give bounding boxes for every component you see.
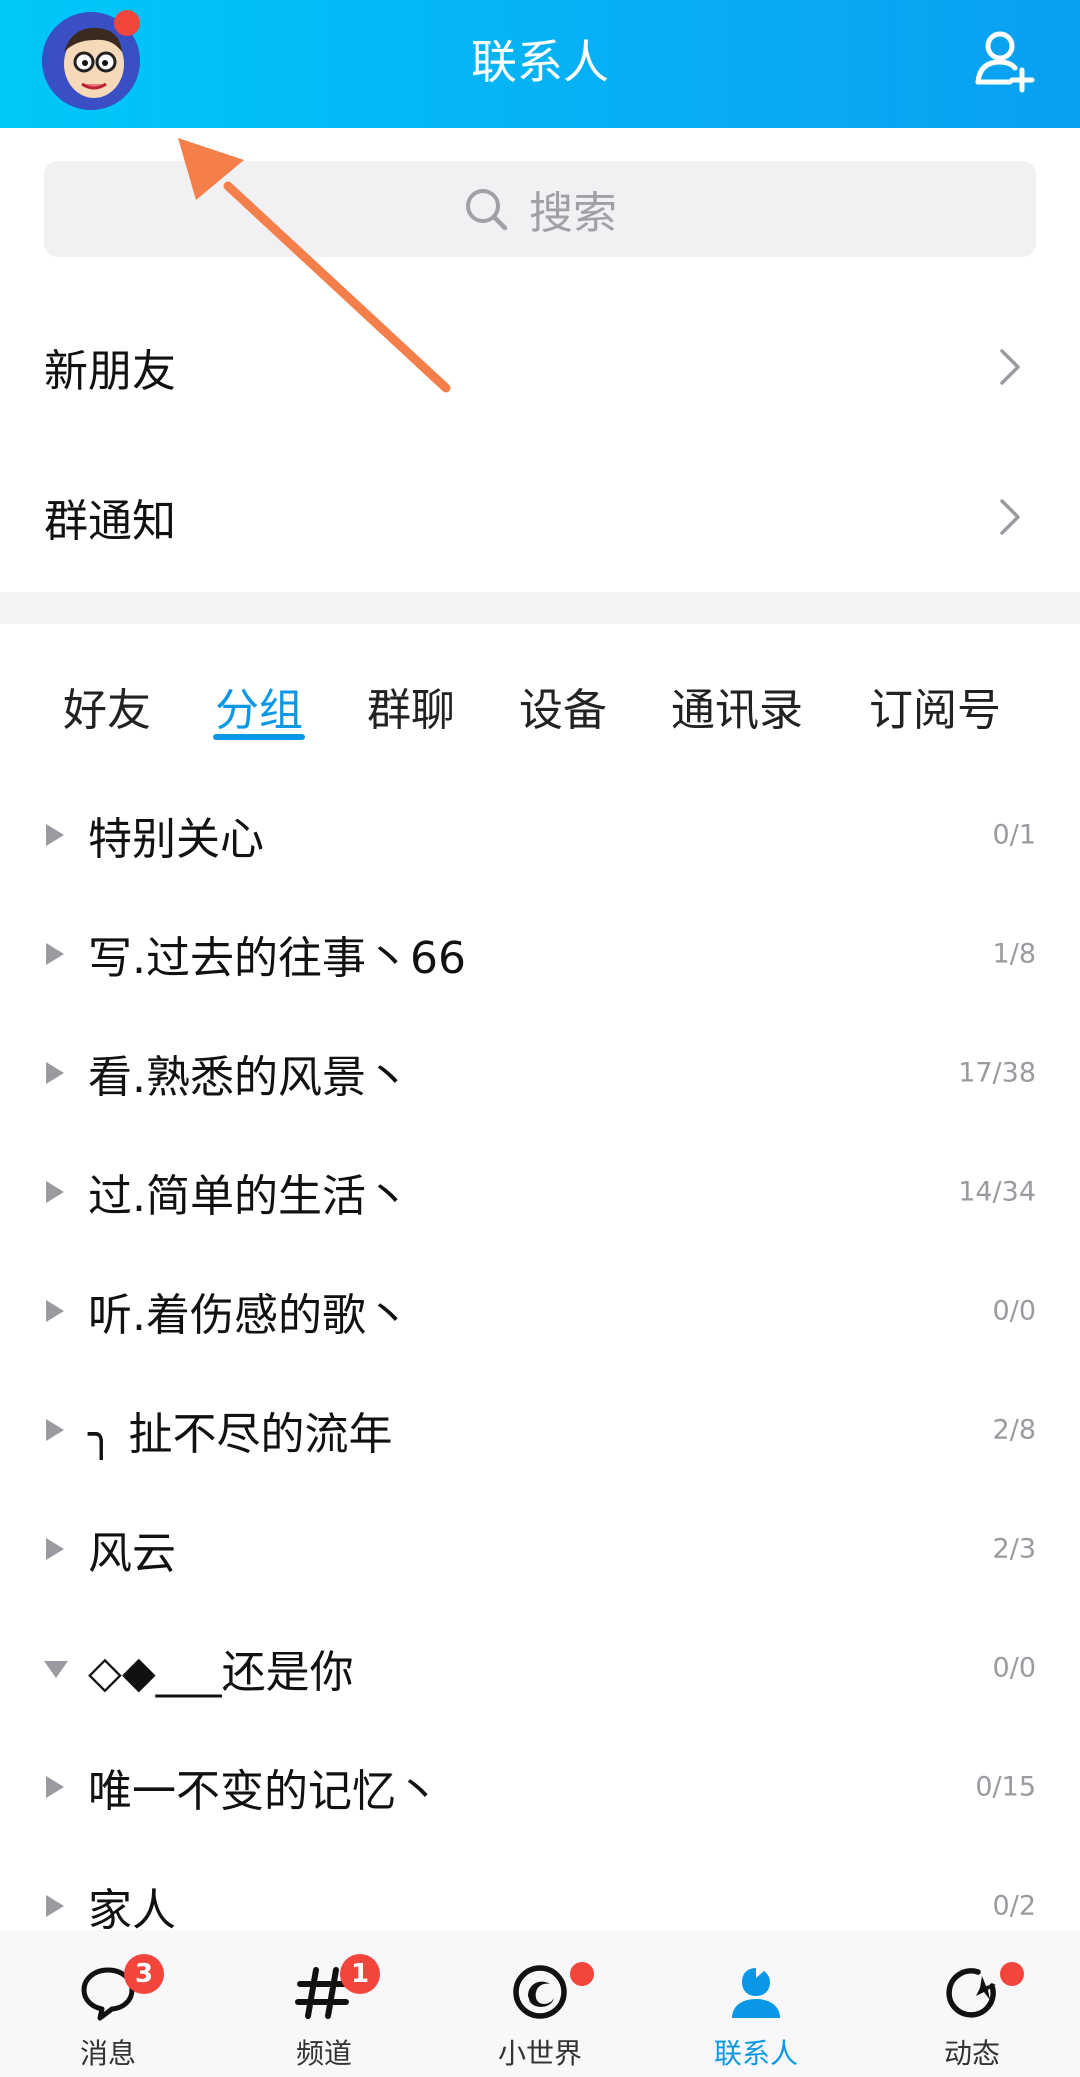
new-friends-label: 新朋友 [44, 346, 176, 397]
notification-dot [570, 1962, 594, 1986]
caret-right-icon [46, 1061, 64, 1084]
chevron-right-icon [1000, 499, 1020, 535]
list-item[interactable]: 听.着伤感的歌丶 0/0 [0, 1251, 1080, 1370]
caret-right-icon [46, 1418, 64, 1441]
search-placeholder: 搜索 [529, 188, 617, 239]
nav-channels[interactable]: 1 频道 [216, 1930, 432, 2077]
notification-dot [1000, 1962, 1024, 1986]
group-count: 0/1 [992, 819, 1036, 850]
group-name: 唯一不变的记忆丶 [88, 1765, 440, 1817]
group-name: 写.过去的往事丶66 [88, 932, 466, 984]
group-count: 17/38 [958, 1057, 1036, 1088]
new-friends-row[interactable]: 新朋友 [0, 292, 1080, 442]
activity-icon [946, 1968, 996, 2018]
group-count: 14/34 [958, 1176, 1036, 1207]
list-item[interactable]: 写.过去的往事丶66 1/8 [0, 894, 1080, 1013]
group-count: 2/3 [992, 1533, 1036, 1564]
nav-label: 频道 [295, 2037, 352, 2070]
group-count: 1/8 [992, 938, 1036, 969]
nav-contacts[interactable]: 联系人 [648, 1930, 864, 2077]
tab-friends[interactable]: 好友 [63, 674, 151, 738]
group-notifications-row[interactable]: 群通知 [0, 442, 1080, 592]
nav-activity[interactable]: 动态 [864, 1930, 1080, 2077]
nav-messages[interactable]: 3 消息 [0, 1930, 216, 2077]
nav-label: 消息 [79, 2037, 136, 2070]
caret-right-icon [46, 1537, 64, 1560]
group-name: 家人 [88, 1884, 176, 1936]
bottom-navigation: 3 消息 1 频道 小世界 联系人 动态 [0, 1930, 1080, 2077]
group-notifications-label: 群通知 [44, 496, 176, 547]
nav-small-world[interactable]: 小世界 [432, 1930, 648, 2077]
group-name: 听.着伤感的歌丶 [88, 1289, 410, 1341]
header-bar: 联系人 [0, 0, 1080, 128]
small-world-icon [513, 1965, 567, 2019]
nav-label: 小世界 [497, 2037, 582, 2070]
badge-count: 3 [124, 1954, 164, 1994]
page-title: 联系人 [471, 35, 609, 89]
tab-devices[interactable]: 设备 [519, 674, 607, 738]
caret-right-icon [46, 823, 64, 846]
caret-down-icon [44, 1660, 68, 1678]
search-bar[interactable]: 搜索 [44, 161, 1036, 257]
add-contact-icon[interactable] [970, 26, 1042, 98]
list-item[interactable]: 特别关心 0/1 [0, 775, 1080, 894]
group-name: 风云 [88, 1527, 176, 1579]
caret-right-icon [46, 1775, 64, 1798]
group-name: 看.熟悉的风景丶 [88, 1051, 410, 1103]
tab-address-book[interactable]: 通讯录 [671, 674, 803, 738]
active-tab-indicator [213, 734, 305, 740]
list-item[interactable]: 看.熟悉的风景丶 17/38 [0, 1013, 1080, 1132]
avatar-notification-dot [114, 10, 140, 36]
caret-right-icon [46, 942, 64, 965]
nav-label: 动态 [943, 2037, 1000, 2070]
contact-tabs: 好友 分组 群聊 设备 通讯录 订阅号 [0, 640, 1080, 760]
group-count: 0/0 [992, 1652, 1036, 1683]
tab-group-chats[interactable]: 群聊 [367, 674, 455, 738]
tab-subscriptions[interactable]: 订阅号 [869, 674, 1001, 738]
group-name: ╮ 扯不尽的流年 [88, 1408, 393, 1460]
group-count: 0/15 [975, 1771, 1036, 1802]
badge-count: 1 [340, 1954, 380, 1994]
list-item[interactable]: 唯一不变的记忆丶 0/15 [0, 1727, 1080, 1846]
list-item[interactable]: ◇◆___还是你 0/0 [0, 1608, 1080, 1727]
group-count: 0/2 [992, 1890, 1036, 1921]
group-count: 0/0 [992, 1295, 1036, 1326]
list-item[interactable]: 过.简单的生活丶 14/34 [0, 1132, 1080, 1251]
group-name: 过.简单的生活丶 [88, 1170, 410, 1222]
list-item[interactable]: ╮ 扯不尽的流年 2/8 [0, 1370, 1080, 1489]
nav-label: 联系人 [713, 2037, 798, 2070]
search-icon [466, 189, 508, 231]
group-name: ◇◆___还是你 [88, 1646, 354, 1698]
list-item[interactable]: 风云 2/3 [0, 1489, 1080, 1608]
group-count: 2/8 [992, 1414, 1036, 1445]
caret-right-icon [46, 1894, 64, 1917]
chevron-right-icon [1000, 349, 1020, 385]
group-name: 特别关心 [88, 813, 264, 865]
section-divider [0, 592, 1080, 624]
contacts-icon [732, 1968, 780, 2018]
caret-right-icon [46, 1180, 64, 1203]
tab-groups[interactable]: 分组 [215, 674, 303, 738]
caret-right-icon [46, 1299, 64, 1322]
